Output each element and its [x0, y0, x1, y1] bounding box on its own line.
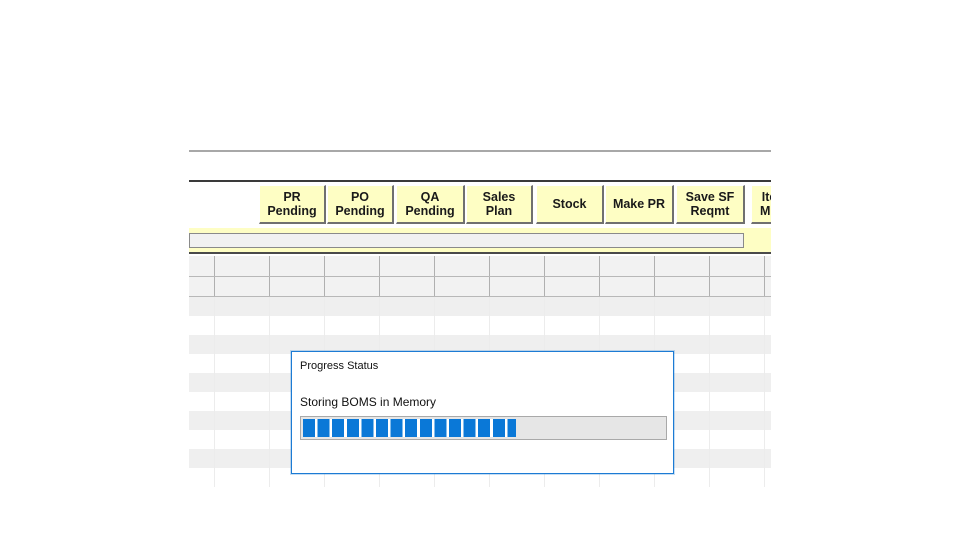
- make-pr-button[interactable]: Make PR: [605, 185, 674, 224]
- progress-message: Storing BOMS in Memory: [300, 395, 437, 409]
- table-cell: [545, 256, 600, 276]
- progress-bar-fill: [303, 419, 516, 437]
- table-cell: [215, 468, 270, 487]
- table-cell: [215, 392, 270, 411]
- table-cell: [710, 335, 765, 354]
- toolbar: PR Pending PO Pending QA Pending Sales P…: [189, 182, 771, 228]
- table-cell: [380, 297, 435, 316]
- top-bar: [189, 150, 771, 182]
- table-cell: [380, 316, 435, 335]
- table-cell: [655, 277, 710, 296]
- table-cell: [325, 277, 380, 296]
- item-master-button[interactable]: Ite Mu: [751, 185, 771, 224]
- grid-header-row: [189, 277, 771, 297]
- table-cell: [270, 256, 325, 276]
- table-cell: [710, 316, 765, 335]
- filter-strip: [189, 228, 771, 254]
- pr-pending-button[interactable]: PR Pending: [259, 185, 326, 224]
- table-cell: [600, 297, 655, 316]
- table-cell: [710, 430, 765, 449]
- dialog-title: Progress Status: [300, 360, 379, 372]
- table-cell: [710, 256, 765, 276]
- table-cell: [189, 430, 215, 449]
- table-cell: [215, 411, 270, 430]
- table-cell: [215, 277, 270, 296]
- table-cell: [215, 430, 270, 449]
- table-cell: [435, 277, 490, 296]
- save-sf-reqmt-button[interactable]: Save SF Reqmt: [676, 185, 745, 224]
- table-cell: [215, 335, 270, 354]
- table-cell: [545, 277, 600, 296]
- filter-field[interactable]: [189, 233, 744, 248]
- table-cell: [600, 316, 655, 335]
- table-row[interactable]: [189, 316, 771, 335]
- table-cell: [189, 392, 215, 411]
- table-cell: [270, 277, 325, 296]
- table-cell: [270, 297, 325, 316]
- table-cell: [600, 277, 655, 296]
- table-cell: [189, 297, 215, 316]
- sales-plan-button[interactable]: Sales Plan: [466, 185, 533, 224]
- table-cell: [710, 449, 765, 468]
- table-cell: [380, 277, 435, 296]
- table-cell: [710, 354, 765, 373]
- grid-header-row: [189, 256, 771, 277]
- table-cell: [215, 449, 270, 468]
- table-cell: [189, 449, 215, 468]
- table-cell: [325, 256, 380, 276]
- qa-pending-button[interactable]: QA Pending: [396, 185, 465, 224]
- table-cell: [490, 277, 545, 296]
- table-cell: [655, 256, 710, 276]
- stock-button[interactable]: Stock: [536, 185, 604, 224]
- table-cell: [655, 316, 710, 335]
- progress-dialog: Progress Status Storing BOMS in Memory: [291, 351, 674, 474]
- po-pending-button[interactable]: PO Pending: [327, 185, 394, 224]
- table-cell: [710, 392, 765, 411]
- divider: [189, 252, 771, 254]
- table-cell: [710, 468, 765, 487]
- table-cell: [710, 297, 765, 316]
- table-cell: [215, 297, 270, 316]
- table-cell: [655, 297, 710, 316]
- table-cell: [435, 297, 490, 316]
- table-row[interactable]: [189, 297, 771, 316]
- table-cell: [189, 373, 215, 392]
- table-cell: [545, 297, 600, 316]
- table-cell: [490, 316, 545, 335]
- table-cell: [215, 354, 270, 373]
- table-cell: [325, 297, 380, 316]
- table-cell: [189, 354, 215, 373]
- table-cell: [490, 297, 545, 316]
- table-cell: [710, 411, 765, 430]
- table-cell: [270, 316, 325, 335]
- table-cell: [215, 256, 270, 276]
- table-cell: [380, 256, 435, 276]
- table-cell: [545, 316, 600, 335]
- table-cell: [189, 256, 215, 276]
- table-cell: [710, 277, 765, 296]
- table-cell: [189, 277, 215, 296]
- table-cell: [710, 373, 765, 392]
- table-cell: [189, 335, 215, 354]
- table-cell: [215, 373, 270, 392]
- table-cell: [435, 316, 490, 335]
- table-cell: [189, 411, 215, 430]
- table-cell: [189, 316, 215, 335]
- table-cell: [215, 316, 270, 335]
- table-cell: [189, 468, 215, 487]
- table-cell: [435, 256, 490, 276]
- table-cell: [490, 256, 545, 276]
- table-cell: [325, 316, 380, 335]
- progress-bar: [300, 416, 667, 440]
- table-cell: [600, 256, 655, 276]
